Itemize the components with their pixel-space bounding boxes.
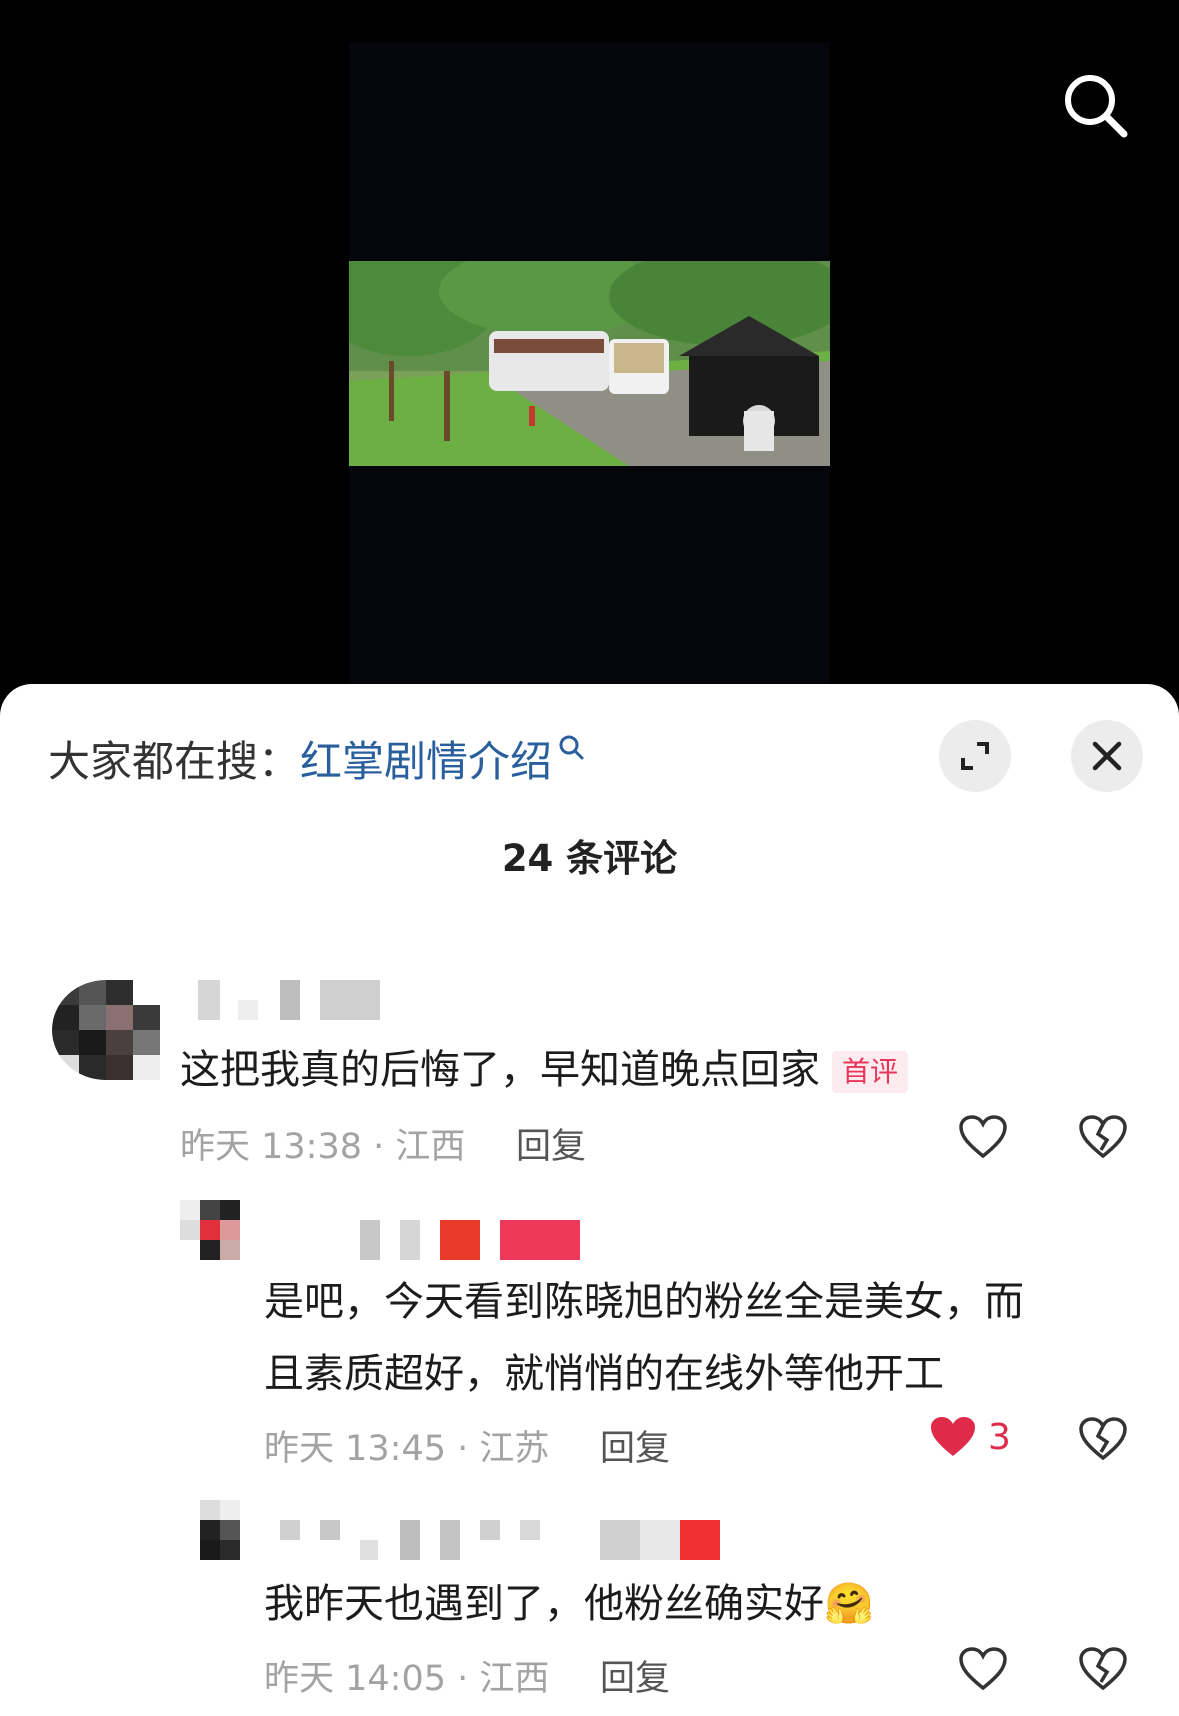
- like-button[interactable]: [958, 1646, 1008, 1692]
- dislike-button[interactable]: [1078, 1646, 1128, 1696]
- video-thumbnail: [349, 261, 830, 466]
- avatar[interactable]: [200, 1500, 240, 1560]
- username-redacted[interactable]: [280, 1520, 730, 1560]
- hug-emoji: 🤗: [824, 1581, 874, 1627]
- reply-comment-item: 我昨天也遇到了，他粉丝确实好🤗 昨天 14:05 · 江西 回复: [0, 684, 1179, 1716]
- heart-outline-icon: [959, 1647, 1007, 1691]
- search-icon: [1065, 75, 1128, 138]
- comment-meta: 昨天 14:05 · 江西: [264, 1659, 550, 1699]
- comment-sheet: 大家都在搜： 红掌剧情介绍 24 条评论 这把我真的后悔了，早知道晚点回家 首评…: [0, 684, 1179, 1716]
- comment-text: 我昨天也遇到了，他粉丝确实好🤗: [264, 1581, 874, 1627]
- search-button[interactable]: [1060, 70, 1132, 142]
- video-player[interactable]: [0, 0, 1179, 690]
- video-frame[interactable]: [349, 261, 830, 466]
- broken-heart-icon: [1079, 1647, 1127, 1691]
- reply-button[interactable]: 回复: [600, 1650, 670, 1701]
